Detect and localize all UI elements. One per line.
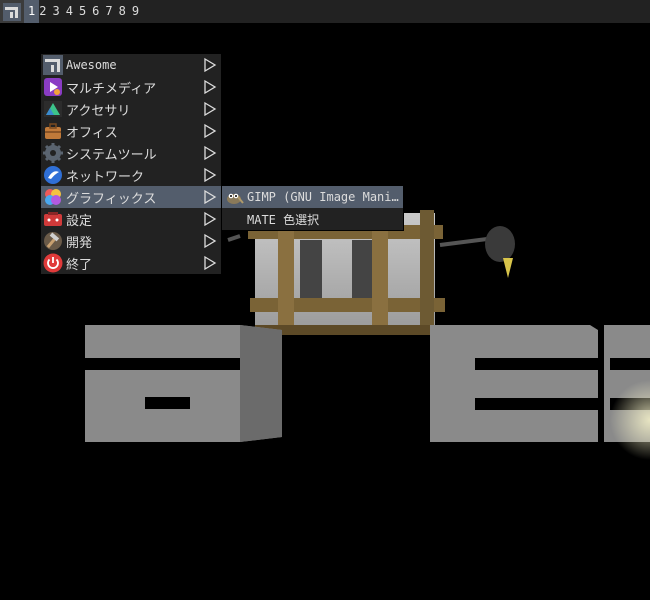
multimedia-icon <box>43 77 63 97</box>
menu-item-awesome[interactable]: Awesome <box>41 54 221 76</box>
tag-2[interactable]: 2 <box>39 0 49 23</box>
menu-item-network[interactable]: ネットワーク <box>41 164 221 186</box>
awesome-icon <box>43 55 63 75</box>
taglist: 1 2 3 4 5 6 7 8 9 <box>24 0 142 23</box>
settings-icon <box>43 209 63 229</box>
menu-item-label: システムツール <box>66 147 157 163</box>
submenu-arrow-icon <box>204 123 217 139</box>
menu-item-label: MATE 色選択 <box>247 212 320 227</box>
tag-8[interactable]: 8 <box>116 0 129 23</box>
power-icon <box>43 253 63 273</box>
tag-9[interactable]: 9 <box>129 0 142 23</box>
system-tools-icon <box>43 143 63 163</box>
top-wibar: 1 2 3 4 5 6 7 8 9 <box>0 0 650 23</box>
gimp-icon <box>224 187 244 207</box>
menu-item-graphics[interactable]: グラフィックス <box>41 186 221 208</box>
menu-item-system-tools[interactable]: システムツール <box>41 142 221 164</box>
tag-4[interactable]: 4 <box>63 0 76 23</box>
menu-item-office[interactable]: オフィス <box>41 120 221 142</box>
submenu-arrow-icon <box>204 79 217 95</box>
submenu-arrow-icon <box>204 57 217 73</box>
tag-3[interactable]: 3 <box>49 0 62 23</box>
menu-item-quit[interactable]: 終了 <box>41 252 221 274</box>
wallpaper-letters <box>85 325 650 460</box>
tag-1[interactable]: 1 <box>24 0 40 23</box>
submenu-arrow-icon <box>204 167 217 183</box>
menu-item-label: ネットワーク <box>66 169 145 185</box>
accessories-icon <box>43 99 63 119</box>
submenu-arrow-icon <box>204 211 217 227</box>
menu-item-label: アクセサリ <box>66 103 131 119</box>
menu-item-label: 開発 <box>66 235 93 251</box>
menu-item-development[interactable]: 開発 <box>41 230 221 252</box>
tag-5[interactable]: 5 <box>76 0 89 23</box>
menu-item-gimp[interactable]: GIMP (GNU Image Mani… <box>222 186 403 208</box>
network-icon <box>43 165 63 185</box>
main-menu: Awesome マルチメディア アクセサリ オフィス システムツール ネットワー… <box>40 53 222 275</box>
submenu-arrow-icon <box>204 255 217 271</box>
submenu-arrow-icon <box>204 101 217 117</box>
graphics-submenu: GIMP (GNU Image Mani… MATE 色選択 <box>221 185 404 231</box>
blank-icon <box>224 209 244 229</box>
menu-item-label: 設定 <box>66 213 93 229</box>
menu-item-label: オフィス <box>66 125 118 141</box>
office-icon <box>43 121 63 141</box>
tag-7[interactable]: 7 <box>102 0 115 23</box>
submenu-arrow-icon <box>204 145 217 161</box>
menu-item-settings[interactable]: 設定 <box>41 208 221 230</box>
menu-item-label: GIMP (GNU Image Mani… <box>247 190 399 204</box>
graphics-icon <box>43 187 63 207</box>
menu-item-label: Awesome <box>66 58 117 72</box>
menu-item-mate-color-select[interactable]: MATE 色選択 <box>222 208 403 230</box>
menu-item-accessories[interactable]: アクセサリ <box>41 98 221 120</box>
tag-6[interactable]: 6 <box>89 0 102 23</box>
menu-item-label: グラフィックス <box>66 191 157 207</box>
development-icon <box>43 231 63 251</box>
menu-item-label: 終了 <box>66 257 93 273</box>
menu-item-multimedia[interactable]: マルチメディア <box>41 76 221 98</box>
submenu-arrow-icon <box>204 233 217 249</box>
launcher-button[interactable] <box>0 0 24 23</box>
menu-item-label: マルチメディア <box>66 81 157 97</box>
submenu-arrow-icon <box>204 189 217 205</box>
awesome-logo-icon <box>3 2 21 21</box>
